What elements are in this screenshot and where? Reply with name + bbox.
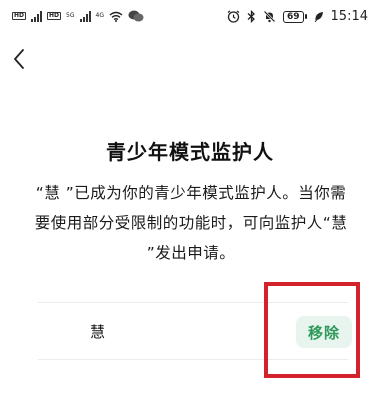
battery-level: 69 <box>283 10 304 23</box>
alarm-icon <box>227 10 240 23</box>
leaf-icon <box>314 11 323 22</box>
wifi-icon <box>109 11 123 22</box>
page-title: 青少年模式监护人 <box>106 140 274 164</box>
remove-guardian-button[interactable]: 移除 <box>296 316 352 348</box>
guardian-name: 慧 <box>90 323 106 341</box>
signal-icon <box>31 10 43 22</box>
divider-bottom <box>38 359 348 360</box>
network-label-1: 5G <box>66 12 75 19</box>
status-left: HD HD 5G 4G <box>12 10 144 22</box>
hd-badge-1: HD <box>12 12 27 20</box>
guardian-description: “慧 ”已成为你的青少年模式监护人。当你需要使用部分受限制的功能时，可向监护人“… <box>34 184 348 262</box>
guardian-row: 慧 移除 <box>0 303 380 359</box>
chevron-left-icon <box>14 49 24 69</box>
wechat-icon <box>128 10 144 22</box>
hd-badge-2: HD <box>47 12 62 20</box>
clock-time: 15:14 <box>330 9 368 24</box>
back-button[interactable] <box>4 44 34 74</box>
network-label-2: 4G <box>95 12 104 19</box>
status-bar: HD HD 5G 4G 69 15:14 <box>0 0 380 34</box>
status-right: 69 15:14 <box>227 9 368 24</box>
mute-icon <box>263 10 276 23</box>
battery-icon: 69 <box>283 10 307 23</box>
teen-mode-guardian-page: HD HD 5G 4G 69 15:14 青少年模式监护人 “慧 ”已成为你的青… <box>0 0 380 411</box>
bluetooth-icon <box>247 10 255 23</box>
signal-icon-2 <box>79 10 91 22</box>
